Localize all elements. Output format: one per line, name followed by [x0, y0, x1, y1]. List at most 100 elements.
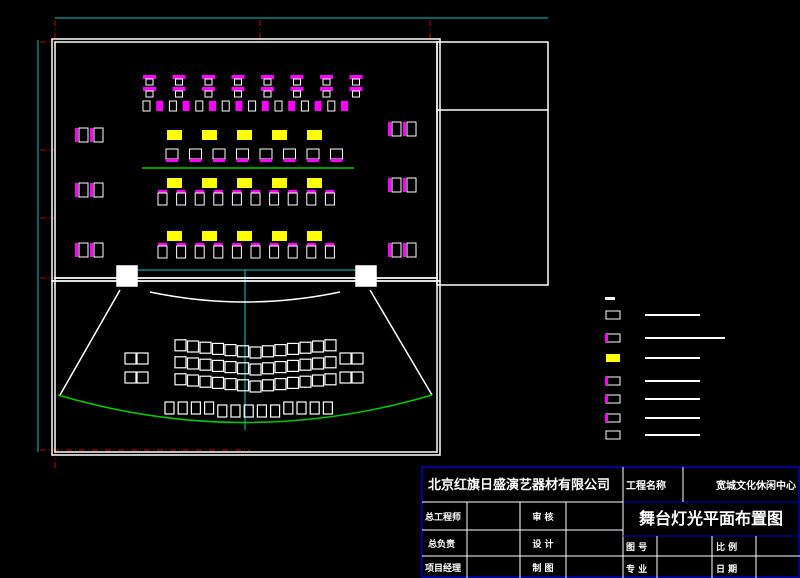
seat [199, 358, 212, 371]
building-walls [51, 38, 549, 456]
flood-light [202, 178, 217, 188]
seat [224, 361, 237, 374]
profile-spot-fixture-body [175, 90, 183, 98]
seat [236, 379, 250, 392]
side-seat [136, 352, 149, 365]
label-review: 审 核 [532, 511, 553, 523]
par-can-fixture [269, 245, 280, 259]
label-project-manager: 项目经理 [425, 562, 461, 574]
par-can-fixture [324, 245, 335, 259]
label-date: 日 期 [716, 563, 737, 575]
profile-spot-fixture-body [263, 90, 272, 98]
par-can-fixture [287, 245, 298, 259]
par-fixture [168, 100, 177, 112]
fresnel-fixture-base [330, 159, 343, 162]
side-light-fixture [403, 178, 406, 192]
par-can-fixture [176, 245, 187, 259]
par-fixture [261, 101, 269, 111]
seat [274, 344, 287, 357]
drawing-title: 舞台灯光平面布置图 [639, 509, 783, 528]
seat [324, 373, 337, 386]
profile-spot-fixture-body [322, 90, 331, 98]
side-light-fixture-body [406, 177, 417, 193]
side-seat [339, 352, 352, 365]
seat [224, 344, 237, 357]
legend-symbol [605, 310, 621, 320]
profile-spot-fixture [231, 87, 245, 91]
profile-spot-fixture-body [234, 78, 242, 86]
legend-title-mark [605, 297, 615, 300]
profile-spot-fixture [290, 87, 304, 91]
profile-spot-fixture-body [293, 78, 301, 86]
seat [286, 342, 300, 355]
par-fixture [156, 101, 164, 111]
flood-light [202, 231, 217, 241]
par-fixture [248, 100, 257, 112]
seat [199, 341, 212, 354]
fresnel-fixture [330, 148, 343, 160]
seat [186, 357, 200, 370]
seat [174, 373, 187, 386]
label-drawing-no: 图 号 [626, 542, 647, 553]
side-seat [136, 371, 149, 384]
profile-spot-fixture-body [263, 78, 272, 86]
side-light-fixture-body [406, 242, 417, 258]
profile-spot-fixture-body [145, 78, 154, 86]
side-light-fixture [75, 128, 78, 142]
side-light-fixture-body [391, 242, 402, 258]
footlight-fixture [296, 401, 307, 415]
seat [324, 339, 337, 352]
fresnel-fixture-base [166, 159, 178, 162]
flood-light [237, 178, 252, 188]
profile-spot-fixture-body [322, 78, 331, 86]
footlight-fixture [243, 404, 254, 418]
lighting-fixtures [75, 75, 417, 259]
label-scale: 比 例 [716, 541, 737, 553]
par-fixture [327, 100, 336, 112]
legend-symbol-accent [605, 414, 608, 422]
seat [261, 345, 275, 358]
seat [311, 357, 325, 370]
side-light-fixture [403, 243, 406, 257]
side-seat [339, 371, 352, 384]
seat [211, 342, 225, 355]
side-light-fixture-body [391, 121, 402, 137]
profile-spot-fixture-body [352, 78, 360, 86]
fresnel-fixture-base [283, 159, 296, 162]
proscenium-column [116, 265, 138, 287]
seat [199, 375, 212, 388]
profile-spot-fixture [202, 87, 215, 91]
footlight-fixture [217, 404, 228, 418]
profile-spot-fixture-body [175, 78, 183, 86]
par-can-fixture [269, 192, 280, 206]
profile-spot-fixture-body [293, 90, 301, 98]
par-fixture [300, 100, 309, 112]
fresnel-fixture [165, 148, 179, 160]
footlight-fixture [256, 404, 267, 418]
profile-spot-fixture [349, 75, 363, 79]
seat [211, 376, 225, 389]
legend-symbol-accent [605, 377, 608, 385]
par-fixture [314, 101, 322, 111]
par-can-fixture [231, 245, 242, 259]
seat [249, 380, 262, 393]
side-seat [124, 352, 137, 365]
par-can-fixture [213, 245, 224, 259]
seat [174, 356, 187, 369]
flood-light [272, 231, 287, 241]
profile-spot-fixture [172, 87, 186, 91]
seat [211, 359, 225, 372]
par-fixture [235, 101, 243, 111]
footlight-fixture [190, 401, 201, 415]
par-can-fixture [157, 245, 168, 259]
par-fixture [195, 100, 204, 112]
profile-spot-fixture [261, 75, 274, 79]
label-chief-engineer: 总工程师 [425, 511, 461, 523]
fresnel-fixture [189, 148, 202, 160]
flood-light [167, 231, 182, 241]
company-name: 北京红旗日盛演艺器材有限公司 [428, 477, 610, 493]
par-can-fixture [194, 192, 205, 206]
side-light-fixture [90, 243, 93, 257]
project-name: 宽城文化休闲中心 [715, 479, 796, 492]
side-light-fixture-body [406, 121, 417, 137]
